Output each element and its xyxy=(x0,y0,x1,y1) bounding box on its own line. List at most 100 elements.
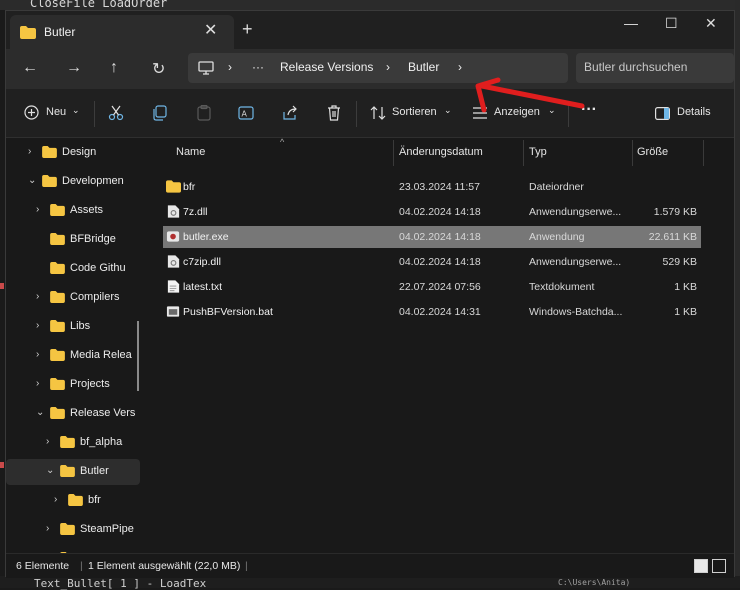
sidebar-item[interactable]: › Projects xyxy=(6,372,140,398)
column-header-size[interactable]: Größe xyxy=(637,146,668,158)
chevron-down-icon[interactable]: ⌄ xyxy=(36,407,44,418)
folder-icon xyxy=(50,262,65,274)
dll-file-icon xyxy=(167,255,180,268)
file-date: 22.07.2024 07:56 xyxy=(399,281,481,293)
chevron-right-icon[interactable]: › xyxy=(54,494,57,505)
sidebar-item[interactable]: ›SteamRAW xyxy=(6,546,140,553)
selection-info: 1 Element ausgewählt (22,0 MB) xyxy=(88,560,241,572)
sidebar-item[interactable]: ⌄ Butler xyxy=(6,459,140,485)
command-bar: Neu ⌄ A Sortieren ⌄ Anzeigen ⌄ ··· Detai… xyxy=(6,89,734,138)
sidebar-item[interactable]: › bfr xyxy=(6,488,140,514)
close-window-button[interactable]: ✕ xyxy=(705,15,717,32)
chevron-right-icon[interactable]: › xyxy=(46,436,49,447)
sidebar-item[interactable]: › Compilers xyxy=(6,285,140,311)
search-placeholder: Butler durchsuchen xyxy=(584,60,688,74)
sidebar-item[interactable]: › Assets xyxy=(6,198,140,224)
sidebar-item[interactable]: › bf_alpha xyxy=(6,430,140,456)
file-row[interactable]: butler.exe 04.02.2024 14:18 Anwendung 22.61… xyxy=(163,226,701,248)
paste-icon[interactable] xyxy=(196,105,212,121)
sidebar-item[interactable]: Code Githu xyxy=(6,256,140,282)
chevron-right-icon[interactable]: › xyxy=(36,291,39,302)
status-divider: | xyxy=(245,560,248,572)
background-marker xyxy=(0,283,4,289)
column-divider[interactable] xyxy=(632,140,633,166)
file-row[interactable]: PushBFVersion.bat 04.02.2024 14:31 Windows… xyxy=(163,301,701,323)
tiles-view-toggle[interactable] xyxy=(712,559,726,573)
chevron-right-icon[interactable]: › xyxy=(36,320,39,331)
file-row[interactable]: c7zip.dll 04.02.2024 14:18 Anwendungserwe.… xyxy=(163,251,701,273)
refresh-button[interactable]: ↻ xyxy=(152,59,165,79)
search-box[interactable]: Butler durchsuchen xyxy=(576,53,734,83)
delete-icon[interactable] xyxy=(326,105,342,121)
sidebar-item[interactable]: ⌄ Developmen xyxy=(6,169,140,195)
chevron-down-icon[interactable]: ⌄ xyxy=(46,465,54,476)
file-date: 04.02.2024 14:31 xyxy=(399,306,481,318)
column-header-date[interactable]: Änderungsdatum xyxy=(399,146,483,158)
chevron-right-icon[interactable]: › xyxy=(36,204,39,215)
file-row[interactable]: 7z.dll 04.02.2024 14:18 Anwendungserwe... 1… xyxy=(163,201,701,223)
close-tab-button[interactable]: ✕ xyxy=(204,20,217,40)
folder-icon xyxy=(20,26,36,39)
column-header-name[interactable]: Name xyxy=(176,146,205,158)
column-divider[interactable] xyxy=(393,140,394,166)
forward-button[interactable]: → xyxy=(66,59,82,77)
chevron-right-icon[interactable]: › xyxy=(46,523,49,534)
file-size: 1 KB xyxy=(674,281,697,293)
folder-icon xyxy=(50,407,65,419)
file-name: 7z.dll xyxy=(183,206,208,218)
file-explorer-window: Butler ✕ + — ☐ ✕ ← → ↑ ↻ › ··· Release V… xyxy=(5,10,735,578)
column-header-type[interactable]: Typ xyxy=(529,146,547,158)
sidebar-item[interactable]: › Libs xyxy=(6,314,140,340)
breadcrumb-ellipsis[interactable]: ··· xyxy=(252,60,264,74)
details-button[interactable]: Details xyxy=(651,103,721,125)
breadcrumb-separator: › xyxy=(386,60,390,74)
title-bar: Butler ✕ + — ☐ ✕ xyxy=(6,11,734,49)
sidebar-item-label: Projects xyxy=(70,378,110,390)
sidebar-scrollbar[interactable] xyxy=(137,321,139,391)
sidebar-item-label: bf_alpha xyxy=(80,436,123,448)
sidebar-item[interactable]: BFBridge xyxy=(6,227,140,253)
chevron-down-icon[interactable]: ⌄ xyxy=(28,175,36,186)
chevron-right-icon[interactable]: › xyxy=(36,349,39,360)
back-button[interactable]: ← xyxy=(22,59,38,77)
breadcrumb-separator[interactable]: › xyxy=(458,60,462,74)
column-divider[interactable] xyxy=(523,140,524,166)
folder-icon xyxy=(50,291,65,303)
minimize-button[interactable]: — xyxy=(624,15,638,31)
sort-button[interactable]: Sortieren ⌄ xyxy=(368,103,454,125)
file-name: PushBFVersion.bat xyxy=(183,306,273,318)
breadcrumb-separator: › xyxy=(228,60,232,74)
sidebar-item-label: Media Relea xyxy=(70,349,132,361)
sidebar-item[interactable]: › Media Relea xyxy=(6,343,140,369)
folder-icon xyxy=(50,349,65,361)
new-button[interactable]: Neu ⌄ xyxy=(20,103,90,125)
status-bar: 6 Elemente | 1 Element ausgewählt (22,0 … xyxy=(6,553,734,578)
chevron-right-icon[interactable]: › xyxy=(36,378,39,389)
maximize-button[interactable]: ☐ xyxy=(665,15,678,32)
sidebar-item[interactable]: ⌄ Release Vers xyxy=(6,401,140,427)
tab-title: Butler xyxy=(44,25,76,39)
file-row[interactable]: latest.txt 22.07.2024 07:56 Textdokument 1 … xyxy=(163,276,701,298)
file-row[interactable]: bfr 23.03.2024 11:57 Dateiordner xyxy=(163,176,701,198)
tab-butler[interactable]: Butler ✕ xyxy=(10,15,234,49)
chevron-down-icon: ⌄ xyxy=(444,105,452,115)
sidebar-item[interactable]: › SteamPipe xyxy=(6,517,140,543)
new-tab-button[interactable]: + xyxy=(242,19,253,40)
sidebar-item-label: BFBridge xyxy=(70,233,116,245)
breadcrumb-butler[interactable]: Butler xyxy=(408,60,439,74)
copy-icon[interactable] xyxy=(152,105,168,121)
rename-icon[interactable]: A xyxy=(238,105,254,121)
cut-icon[interactable] xyxy=(108,105,124,121)
details-view-toggle[interactable] xyxy=(694,559,708,573)
breadcrumb-release-versions[interactable]: Release Versions xyxy=(280,60,373,74)
file-name: bfr xyxy=(183,181,196,193)
file-size: 529 KB xyxy=(662,256,697,268)
background-path-text: C:\Users\Anita) xyxy=(558,578,631,587)
navigation-bar: ← → ↑ ↻ › ··· Release Versions › Butler … xyxy=(6,49,734,89)
sidebar-item[interactable]: › Design xyxy=(6,140,140,166)
column-divider[interactable] xyxy=(703,140,704,166)
share-icon[interactable] xyxy=(282,105,298,121)
chevron-right-icon[interactable]: › xyxy=(28,146,31,157)
toolbar-divider xyxy=(356,101,357,127)
up-button[interactable]: ↑ xyxy=(110,59,118,77)
